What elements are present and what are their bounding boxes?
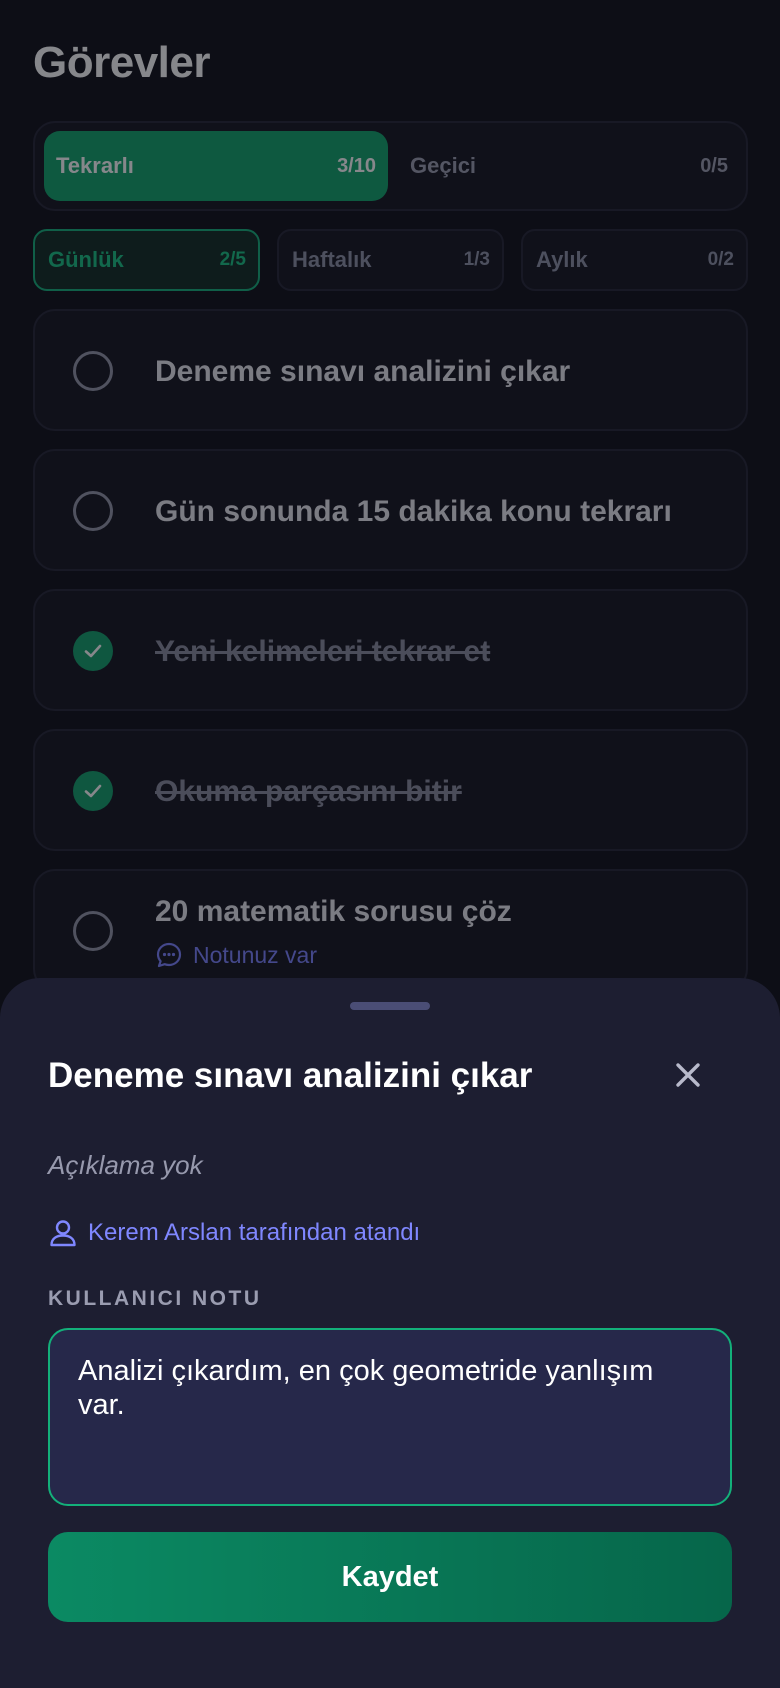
close-icon xyxy=(676,1063,700,1087)
task-note-indicator: Notunuz var xyxy=(155,941,317,969)
task-text: Deneme sınavı analizini çıkar xyxy=(155,355,571,388)
task-checkbox[interactable] xyxy=(73,911,113,951)
task-checkbox-checked[interactable] xyxy=(73,771,113,811)
task-checkbox[interactable] xyxy=(73,491,113,531)
period-label: Günlük xyxy=(48,247,124,272)
assigned-by: Kerem Arslan tarafından atandı xyxy=(48,1218,420,1248)
task-detail-sheet: Deneme sınavı analizini çıkar Açıklama y… xyxy=(0,978,780,1688)
page-title: Görevler xyxy=(33,38,210,87)
period-weekly[interactable]: Haftalık 1/3 xyxy=(277,229,504,291)
period-monthly[interactable]: Aylık 0/2 xyxy=(521,229,748,291)
period-daily[interactable]: Günlük 2/5 xyxy=(33,229,260,291)
task-description: Açıklama yok xyxy=(48,1150,203,1180)
checkmark-icon xyxy=(84,644,102,658)
task-item[interactable]: 20 matematik sorusu çöz Notunuz var xyxy=(33,869,748,991)
period-label: Aylık xyxy=(536,247,588,272)
segment-temporary[interactable]: Geçici 0/5 xyxy=(398,131,742,201)
task-checkbox[interactable] xyxy=(73,351,113,391)
user-note-input[interactable]: Analizi çıkardım, en çok geometride yanl… xyxy=(48,1328,732,1506)
segment-label: Tekrarlı xyxy=(56,153,134,178)
task-item[interactable]: Yeni kelimeleri tekrar et xyxy=(33,589,748,711)
task-text: Yeni kelimeleri tekrar et xyxy=(155,635,491,668)
task-text: 20 matematik sorusu çöz xyxy=(155,895,512,928)
close-button[interactable] xyxy=(665,1052,711,1098)
task-item[interactable]: Okuma parçasını bitir xyxy=(33,729,748,851)
segment-count: 0/5 xyxy=(700,154,728,177)
task-text: Gün sonunda 15 dakika konu tekrarı xyxy=(155,495,672,528)
task-note-label: Notunuz var xyxy=(193,941,318,968)
task-text: Okuma parçasını bitir xyxy=(155,775,462,808)
task-item[interactable]: Deneme sınavı analizini çıkar xyxy=(33,309,748,431)
segment-recurring[interactable]: Tekrarlı 3/10 xyxy=(44,131,388,201)
sheet-title: Deneme sınavı analizini çıkar xyxy=(48,1056,533,1095)
period-count: 0/2 xyxy=(707,249,734,270)
task-type-segmented-control: Tekrarlı 3/10 Geçici 0/5 xyxy=(33,121,748,211)
sheet-drag-handle[interactable] xyxy=(350,1002,430,1010)
period-count: 2/5 xyxy=(219,249,246,270)
save-button[interactable]: Kaydet xyxy=(48,1532,732,1622)
chat-bubble-icon xyxy=(156,942,182,968)
checkmark-icon xyxy=(84,784,102,798)
user-icon xyxy=(50,1220,76,1247)
segment-label: Geçici xyxy=(410,153,477,178)
segment-count: 3/10 xyxy=(337,154,376,177)
period-label: Haftalık xyxy=(292,247,372,272)
user-note-label: KULLANICI NOTU xyxy=(48,1287,262,1310)
tasks-screen: Görevler Tekrarlı 3/10 Geçici 0/5 Günlük… xyxy=(0,0,780,1688)
period-count: 1/3 xyxy=(463,249,490,270)
task-item[interactable]: Gün sonunda 15 dakika konu tekrarı xyxy=(33,449,748,571)
task-checkbox-checked[interactable] xyxy=(73,631,113,671)
assigned-by-text: Kerem Arslan tarafından atandı xyxy=(88,1219,421,1246)
